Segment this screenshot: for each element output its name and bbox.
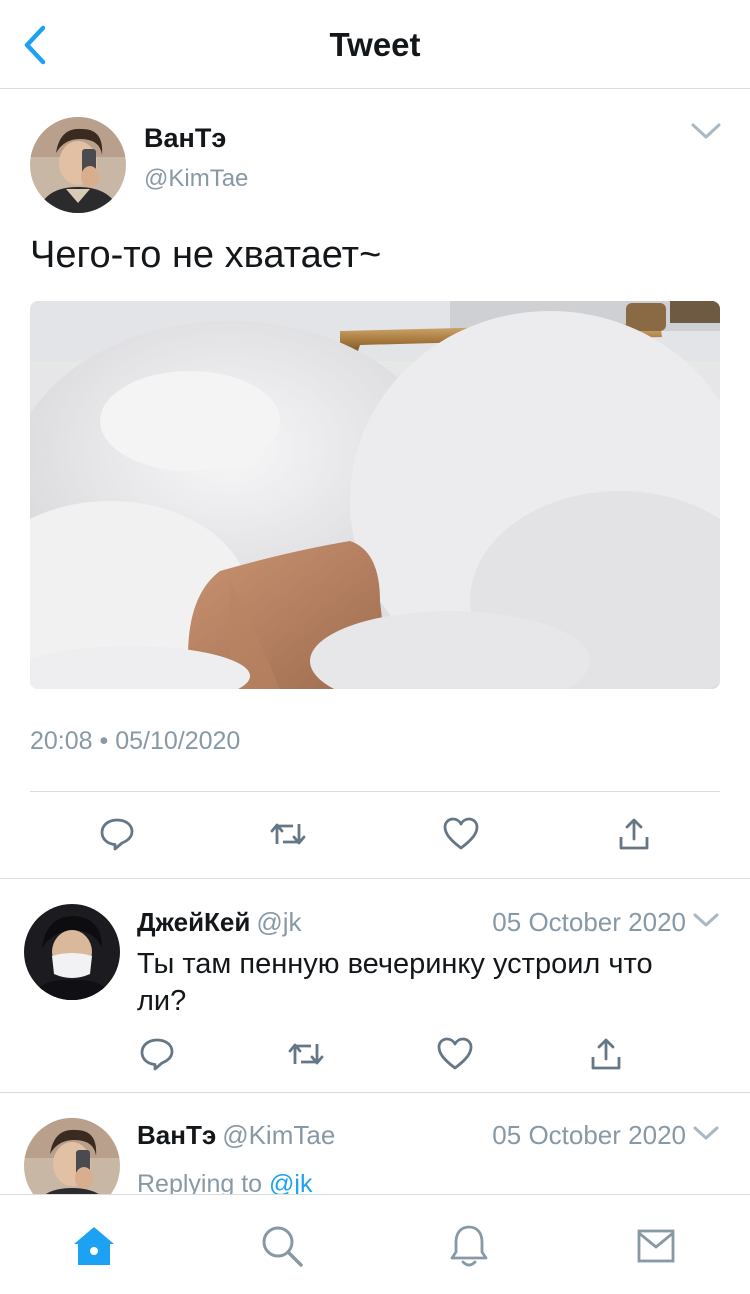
reply-header: ДжейКей @jk bbox=[137, 907, 302, 938]
reply-button[interactable] bbox=[97, 814, 137, 854]
tab-messages[interactable] bbox=[633, 1223, 679, 1269]
avatar[interactable] bbox=[24, 1118, 120, 1194]
chevron-down-icon bbox=[693, 913, 719, 927]
reply-icon bbox=[100, 818, 134, 851]
author-handle[interactable]: @KimTae bbox=[144, 165, 248, 193]
share-button[interactable] bbox=[614, 814, 654, 854]
top-bar: Tweet bbox=[0, 0, 750, 89]
author-name[interactable]: ВанТэ bbox=[137, 1120, 216, 1150]
search-icon bbox=[262, 1226, 303, 1267]
notifications-icon bbox=[450, 1225, 488, 1267]
messages-icon bbox=[637, 1229, 675, 1263]
reply-icon bbox=[140, 1038, 174, 1071]
like-button[interactable] bbox=[441, 814, 481, 854]
tweet-text: Чего-то не хватает~ bbox=[30, 234, 382, 276]
like-button[interactable] bbox=[435, 1034, 475, 1074]
tweet-media-image[interactable] bbox=[30, 301, 720, 689]
retweet-icon bbox=[288, 1043, 324, 1065]
retweet-icon bbox=[270, 823, 306, 845]
tweet-options-button[interactable] bbox=[692, 1123, 720, 1148]
reply-text: Ты там пенную вечеринку устроил что ли? bbox=[137, 948, 653, 1017]
tab-notifications[interactable] bbox=[446, 1223, 492, 1269]
mention-link[interactable]: @jk bbox=[269, 1170, 312, 1194]
tab-home[interactable] bbox=[71, 1223, 117, 1269]
share-button[interactable] bbox=[586, 1034, 626, 1074]
avatar[interactable] bbox=[30, 117, 126, 213]
author-handle[interactable]: @jk bbox=[256, 907, 301, 937]
main-tweet: ВанТэ @KimTae Чего-то не хватает~ 20:08 … bbox=[0, 89, 750, 879]
reply-tweet[interactable]: ВанТэ @KimTae 05 October 2020 Replying to… bbox=[0, 1094, 750, 1194]
replying-to: Replying to @jk bbox=[137, 1170, 312, 1194]
like-icon bbox=[443, 817, 479, 850]
like-icon bbox=[437, 1037, 473, 1070]
tweet-actions bbox=[0, 814, 750, 854]
tweet-timestamp: 20:08 • 05/10/2020 bbox=[30, 727, 241, 755]
reply-date: 05 October 2020 bbox=[492, 1120, 686, 1150]
reply-date: 05 October 2020 bbox=[492, 907, 686, 937]
author-handle[interactable]: @KimTae bbox=[222, 1120, 335, 1150]
share-icon bbox=[619, 818, 649, 850]
author-name[interactable]: ДжейКей bbox=[137, 907, 250, 937]
divider bbox=[30, 791, 720, 792]
reply-button[interactable] bbox=[137, 1034, 177, 1074]
replying-to-label: Replying to bbox=[137, 1170, 263, 1194]
reply-header: ВанТэ @KimTae bbox=[137, 1120, 335, 1151]
tweet-options-button[interactable] bbox=[690, 121, 722, 146]
tab-search[interactable] bbox=[259, 1223, 305, 1269]
bottom-tab-bar bbox=[0, 1194, 750, 1294]
retweet-button[interactable] bbox=[286, 1034, 326, 1074]
retweet-button[interactable] bbox=[268, 814, 308, 854]
reply-tweet[interactable]: ДжейКей @jk 05 October 2020 Ты там пенную… bbox=[0, 880, 750, 1093]
avatar[interactable] bbox=[24, 904, 120, 1000]
home-icon bbox=[74, 1227, 114, 1265]
page-title: Tweet bbox=[329, 26, 421, 63]
chevron-down-icon bbox=[691, 123, 721, 139]
share-icon bbox=[591, 1038, 621, 1070]
tweet-options-button[interactable] bbox=[692, 910, 720, 935]
chevron-down-icon bbox=[693, 1126, 719, 1140]
author-name[interactable]: ВанТэ bbox=[144, 123, 226, 154]
